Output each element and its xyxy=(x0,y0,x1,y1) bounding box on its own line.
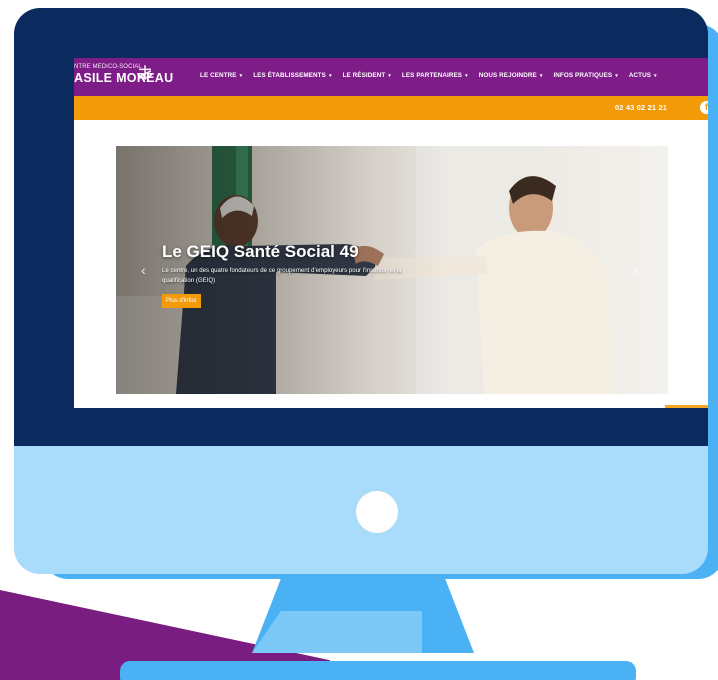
nav-label: INFOS PRATIQUES xyxy=(553,72,613,79)
nav-label: ACTUS xyxy=(628,72,652,79)
site-logo[interactable]: NTRE MÉDICO-SOCIAL ASILE MOREAU xyxy=(74,64,173,85)
slide-description: Le centre, un des quatre fondateurs de c… xyxy=(162,267,402,284)
monitor-stand-base xyxy=(120,661,636,680)
screen-edge-strip xyxy=(665,405,708,408)
power-button xyxy=(356,491,398,533)
nav-label: LES ÉTABLISSEMENTS xyxy=(253,72,326,79)
chevron-left-icon[interactable]: ‹ xyxy=(141,262,146,278)
main-navbar: NTRE MÉDICO-SOCIAL ASILE MOREAU LE CENTR… xyxy=(74,58,708,96)
phone-number[interactable]: 02 43 02 21 21 xyxy=(615,103,667,112)
chevron-right-icon[interactable]: › xyxy=(633,262,638,278)
website-screen: NTRE MÉDICO-SOCIAL ASILE MOREAU LE CENTR… xyxy=(74,58,708,408)
monitor: NTRE MÉDICO-SOCIAL ASILE MOREAU LE CENTR… xyxy=(14,8,708,574)
more-info-button[interactable]: Plus d'infos xyxy=(162,294,201,308)
monitor-stand-highlight xyxy=(252,611,422,653)
nav-infos-pratiques[interactable]: INFOS PRATIQUES ▾ xyxy=(553,72,617,79)
chevron-down-icon: ▾ xyxy=(465,72,468,79)
nav-actus[interactable]: ACTUS ▾ xyxy=(629,72,657,79)
chevron-down-icon: ▾ xyxy=(654,72,657,79)
monitor-mockup: NTRE MÉDICO-SOCIAL ASILE MOREAU LE CENTR… xyxy=(0,0,718,680)
nav-menu: LE CENTRE ▾ LES ÉTABLISSEMENTS ▾ LE RÉSIDE… xyxy=(200,72,657,79)
chevron-down-icon: ▾ xyxy=(239,72,243,79)
facebook-icon[interactable]: f xyxy=(700,101,708,114)
chevron-down-icon: ▾ xyxy=(328,72,332,79)
logo-subtitle: NTRE MÉDICO-SOCIAL xyxy=(74,64,142,70)
chevron-down-icon: ▾ xyxy=(388,72,391,79)
chevron-down-icon: ▾ xyxy=(539,72,543,79)
nav-label: LES PARTENAIRES xyxy=(401,72,463,79)
nav-le-resident[interactable]: LE RÉSIDENT ▾ xyxy=(343,72,391,79)
chevron-down-icon: ▾ xyxy=(615,72,618,79)
logo-title: ASILE MOREAU xyxy=(74,71,174,85)
nav-les-partenaires[interactable]: LES PARTENAIRES ▾ xyxy=(402,72,468,79)
contact-bar: 02 43 02 21 21 f xyxy=(74,96,708,120)
nav-label: LE RÉSIDENT xyxy=(342,72,386,79)
slide-title: Le GEIQ Santé Social 49 xyxy=(162,242,359,261)
nav-le-centre[interactable]: LE CENTRE ▾ xyxy=(200,72,242,79)
anchor-cross-icon xyxy=(137,65,153,81)
nav-nous-rejoindre[interactable]: NOUS REJOINDRE ▾ xyxy=(479,72,543,79)
hero-slider: ‹ › Le GEIQ Santé Social 49 Le centre, u… xyxy=(116,146,668,394)
nav-label: NOUS REJOINDRE xyxy=(478,72,537,79)
nav-label: LE CENTRE xyxy=(200,72,237,79)
nav-les-etablissements[interactable]: LES ÉTABLISSEMENTS ▾ xyxy=(253,72,331,79)
